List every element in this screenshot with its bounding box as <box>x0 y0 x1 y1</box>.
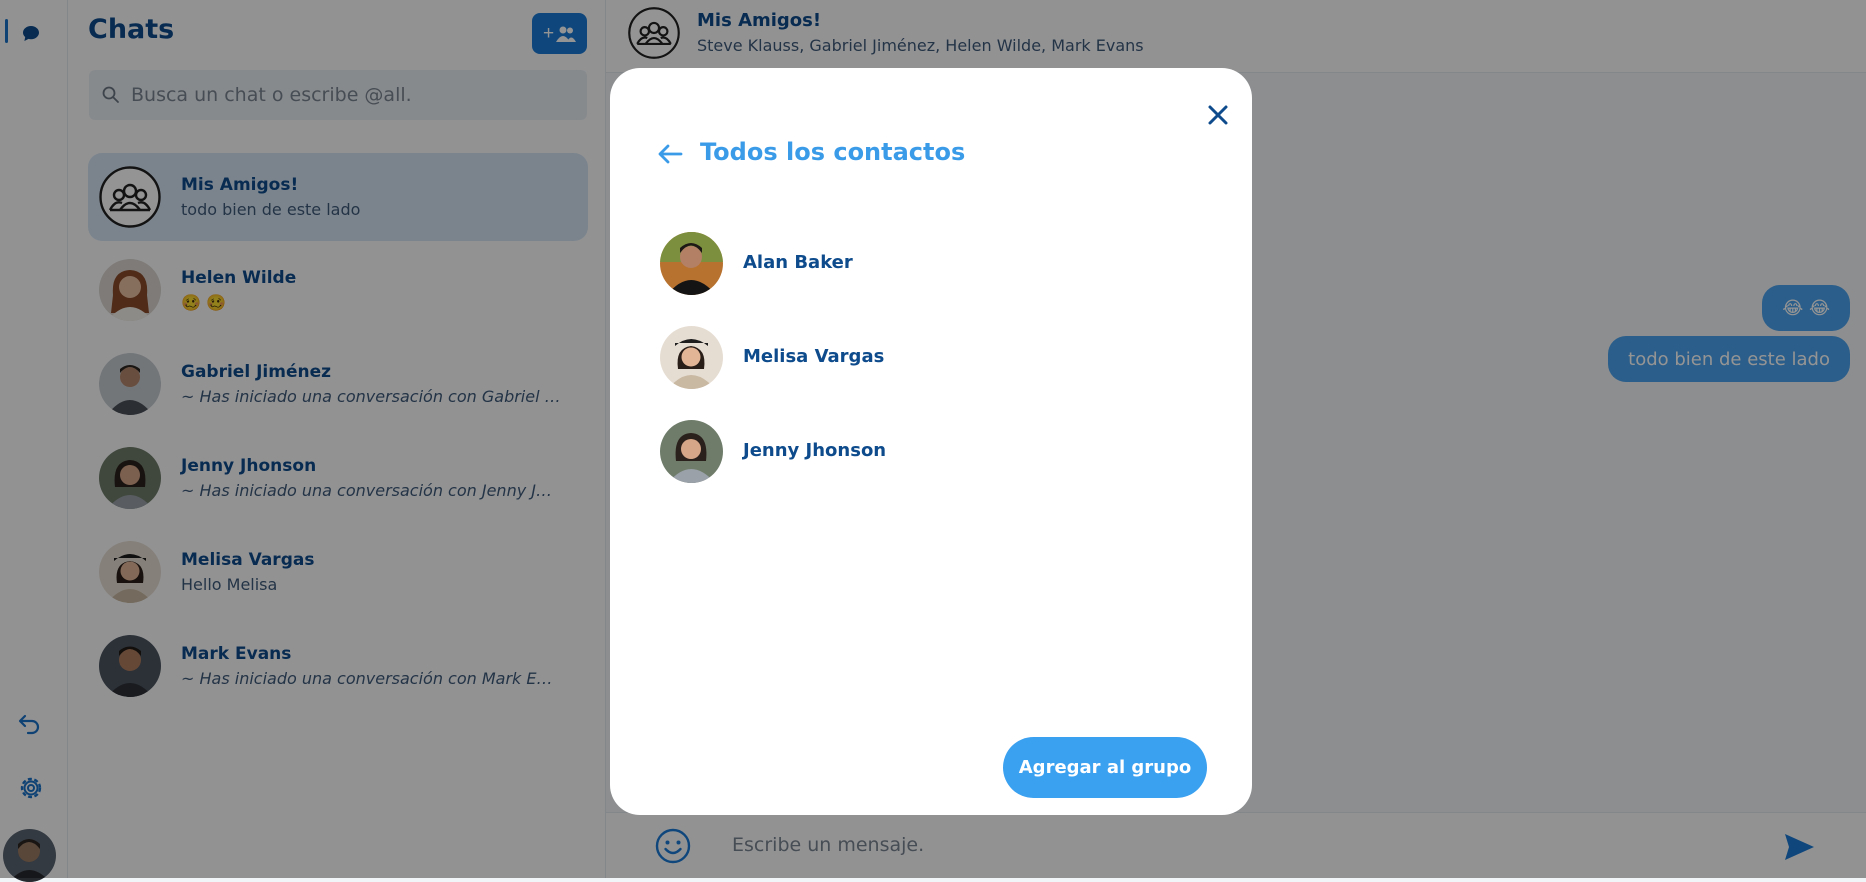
contact-item-alan-baker[interactable]: Alan Baker <box>660 232 1200 326</box>
add-contacts-modal: Todos los contactos Alan Baker Melisa Va… <box>610 68 1252 815</box>
modal-title: Todos los contactos <box>700 138 966 166</box>
contact-item-jenny-jhonson[interactable]: Jenny Jhonson <box>660 420 1200 514</box>
close-button[interactable] <box>1195 92 1241 138</box>
contact-name: Alan Baker <box>743 252 853 273</box>
back-button[interactable] <box>650 134 690 174</box>
contact-list: Alan Baker Melisa Vargas Jenny Jhonson <box>660 232 1200 514</box>
contact-avatar <box>660 232 723 295</box>
arrow-left-icon <box>658 144 683 164</box>
contact-item-melisa-vargas[interactable]: Melisa Vargas <box>660 326 1200 420</box>
close-icon <box>1208 105 1228 125</box>
contact-avatar <box>660 420 723 483</box>
contact-name: Melisa Vargas <box>743 346 885 367</box>
contact-avatar <box>660 326 723 389</box>
add-to-group-button[interactable]: Agregar al grupo <box>1003 737 1207 798</box>
contact-name: Jenny Jhonson <box>743 440 887 461</box>
